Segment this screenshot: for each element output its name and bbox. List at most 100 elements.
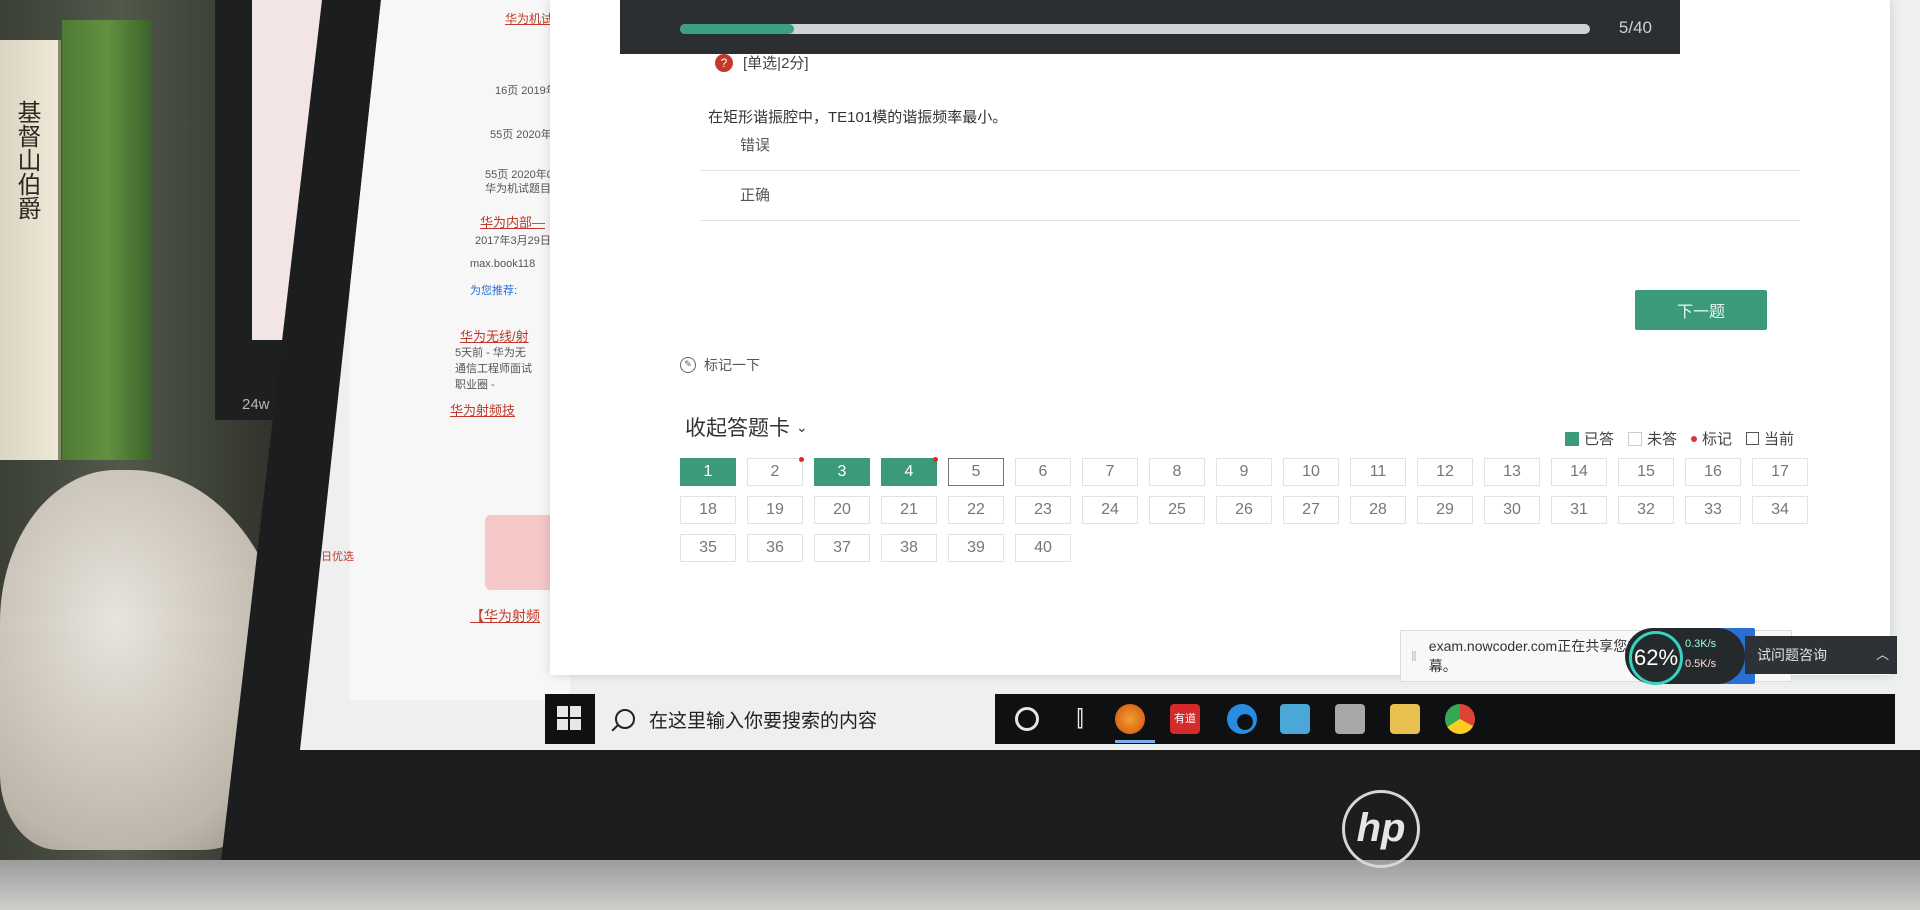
progress-header: 5/40 (620, 0, 1680, 54)
answer-card-toggle[interactable]: 收起答题卡 ⌄ (685, 412, 808, 442)
question-number-32[interactable]: 32 (1618, 496, 1674, 524)
bg-link-1[interactable]: 华为内部— (480, 212, 545, 231)
question-number-40[interactable]: 40 (1015, 534, 1071, 562)
question-number-8[interactable]: 8 (1149, 458, 1205, 486)
unanswered-swatch (1628, 431, 1643, 446)
question-number-10[interactable]: 10 (1283, 458, 1339, 486)
question-number-31[interactable]: 31 (1551, 496, 1607, 524)
answer-legend: 已答 未答 标记 当前 (1565, 428, 1794, 449)
mail-app-icon[interactable] (1280, 704, 1310, 734)
next-question-button[interactable]: 下一题 (1635, 290, 1767, 330)
laptop-screen: 华为机试题 16页 2019年0 55页 2020年0 55页 2020年0 华… (300, 0, 1920, 750)
current-swatch (1746, 432, 1760, 445)
network-percent: 62% (1629, 631, 1683, 685)
question-number-18[interactable]: 18 (680, 496, 736, 524)
question-number-4[interactable]: 4 (881, 457, 938, 486)
question-number-12[interactable]: 12 (1417, 458, 1473, 486)
question-number-26[interactable]: 26 (1216, 496, 1272, 524)
question-number-24[interactable]: 24 (1082, 496, 1138, 524)
chrome-icon[interactable] (1445, 704, 1475, 734)
option-label: 正确 (740, 187, 771, 204)
book-title: 基督山伯爵 (13, 100, 41, 220)
answered-swatch (1565, 431, 1579, 446)
question-number-17[interactable]: 17 (1752, 458, 1808, 486)
question-number-6[interactable]: 6 (1015, 458, 1071, 486)
app-icon[interactable] (1335, 704, 1365, 734)
question-number-14[interactable]: 14 (1551, 458, 1607, 486)
question-number-7[interactable]: 7 (1082, 458, 1138, 486)
question-icon: ? (715, 53, 733, 72)
taskbar-search-placeholder: 在这里输入你要搜索的内容 (649, 710, 878, 732)
exam-panel (550, 0, 1890, 675)
question-number-3[interactable]: 3 (814, 458, 870, 486)
question-number-39[interactable]: 39 (948, 534, 1004, 562)
start-tile (570, 719, 581, 730)
question-number-29[interactable]: 29 (1417, 496, 1473, 524)
question-number-28[interactable]: 28 (1350, 496, 1406, 524)
edge-icon[interactable] (1227, 704, 1257, 734)
bg-text-1: 55页 2020年0 (490, 129, 558, 141)
question-number-16[interactable]: 16 (1685, 458, 1741, 486)
youdao-app-icon[interactable]: 有道 (1170, 704, 1200, 734)
legend-current: 当前 (1746, 428, 1794, 449)
windows-start-button[interactable] (557, 706, 581, 730)
progress-fill (680, 24, 794, 34)
question-number-35[interactable]: 35 (680, 534, 736, 562)
question-number-20[interactable]: 20 (814, 496, 870, 524)
question-type-row: ? [单选|2分] (715, 52, 809, 73)
answer-card-grid: 1 2 3 4 5 6 7 8 9 10 11 12 13 14 15 16 17 18 19 20 21 22 23 24 2… (680, 457, 1810, 562)
option-true[interactable]: 正确 (700, 170, 1800, 221)
question-number-22[interactable]: 22 (948, 496, 1004, 524)
option-false[interactable]: 错误 (700, 120, 1800, 171)
question-type: [单选|2分] (743, 55, 809, 72)
book-spine: 基督山伯爵 (0, 40, 61, 460)
network-speed-widget[interactable]: 62% 0.3K/s 0.5K/s (1625, 628, 1745, 685)
background-search-page: 华为机试题 16页 2019年0 55页 2020年0 55页 2020年0 华… (310, 0, 570, 700)
bg-text-4: 2017年3月29日 (475, 235, 551, 247)
second-monitor-label: 24w (242, 396, 270, 413)
help-consult-label: 试问题咨询 (1757, 647, 1827, 663)
question-number-30[interactable]: 30 (1484, 496, 1540, 524)
task-view-icon[interactable]: ⫿ (1065, 704, 1095, 734)
question-number-34[interactable]: 34 (1752, 496, 1808, 524)
question-number-15[interactable]: 15 (1618, 458, 1674, 486)
question-number-1[interactable]: 1 (680, 458, 736, 486)
marked-dot-icon (1691, 435, 1698, 442)
progress-track (680, 24, 1590, 34)
bg-link-3[interactable]: 华为射频技 (450, 400, 515, 419)
start-tile (570, 706, 581, 717)
question-number-37[interactable]: 37 (814, 534, 870, 562)
question-number-36[interactable]: 36 (747, 534, 803, 562)
browser-app-icon[interactable] (1115, 704, 1145, 734)
help-consult-bar[interactable]: 试问题咨询 ︿ (1745, 636, 1897, 674)
question-number-13[interactable]: 13 (1484, 458, 1540, 486)
green-book-spine (62, 20, 152, 460)
question-number-11[interactable]: 11 (1350, 458, 1406, 486)
cortana-icon[interactable] (1015, 707, 1039, 731)
question-number-33[interactable]: 33 (1685, 496, 1741, 524)
question-number-38[interactable]: 38 (881, 534, 937, 562)
question-number-19[interactable]: 19 (747, 496, 803, 524)
drag-handle-icon[interactable]: ‖ (1411, 648, 1417, 664)
legend-unanswered: 未答 (1628, 428, 1677, 449)
question-number-27[interactable]: 27 (1283, 496, 1339, 524)
question-number-23[interactable]: 23 (1015, 496, 1071, 524)
bg-card-title[interactable]: 【华为射频 (470, 606, 540, 626)
question-number-25[interactable]: 25 (1149, 496, 1205, 524)
folder-icon[interactable] (1390, 704, 1420, 734)
bg-text-6[interactable]: 为您推荐: (470, 282, 517, 298)
legend-answered-label: 已答 (1584, 431, 1615, 448)
hp-logo: hp (1342, 790, 1420, 868)
question-number-9[interactable]: 9 (1216, 458, 1272, 486)
question-number-21[interactable]: 21 (881, 496, 937, 524)
active-app-indicator (1115, 740, 1155, 743)
question-number-2[interactable]: 2 (747, 457, 804, 486)
windows-taskbar: 在这里输入你要搜索的内容 ⫿ 有道 (545, 694, 1895, 744)
mark-question[interactable]: ✎ 标记一下 (680, 355, 760, 375)
laptop-base (0, 860, 1920, 910)
question-number-5[interactable]: 5 (948, 458, 1004, 486)
start-tile (557, 719, 568, 730)
taskbar-search-box[interactable]: 在这里输入你要搜索的内容 (595, 694, 995, 744)
legend-unanswered-label: 未答 (1647, 431, 1678, 448)
bg-link-2[interactable]: 华为无线/射 (460, 326, 529, 345)
